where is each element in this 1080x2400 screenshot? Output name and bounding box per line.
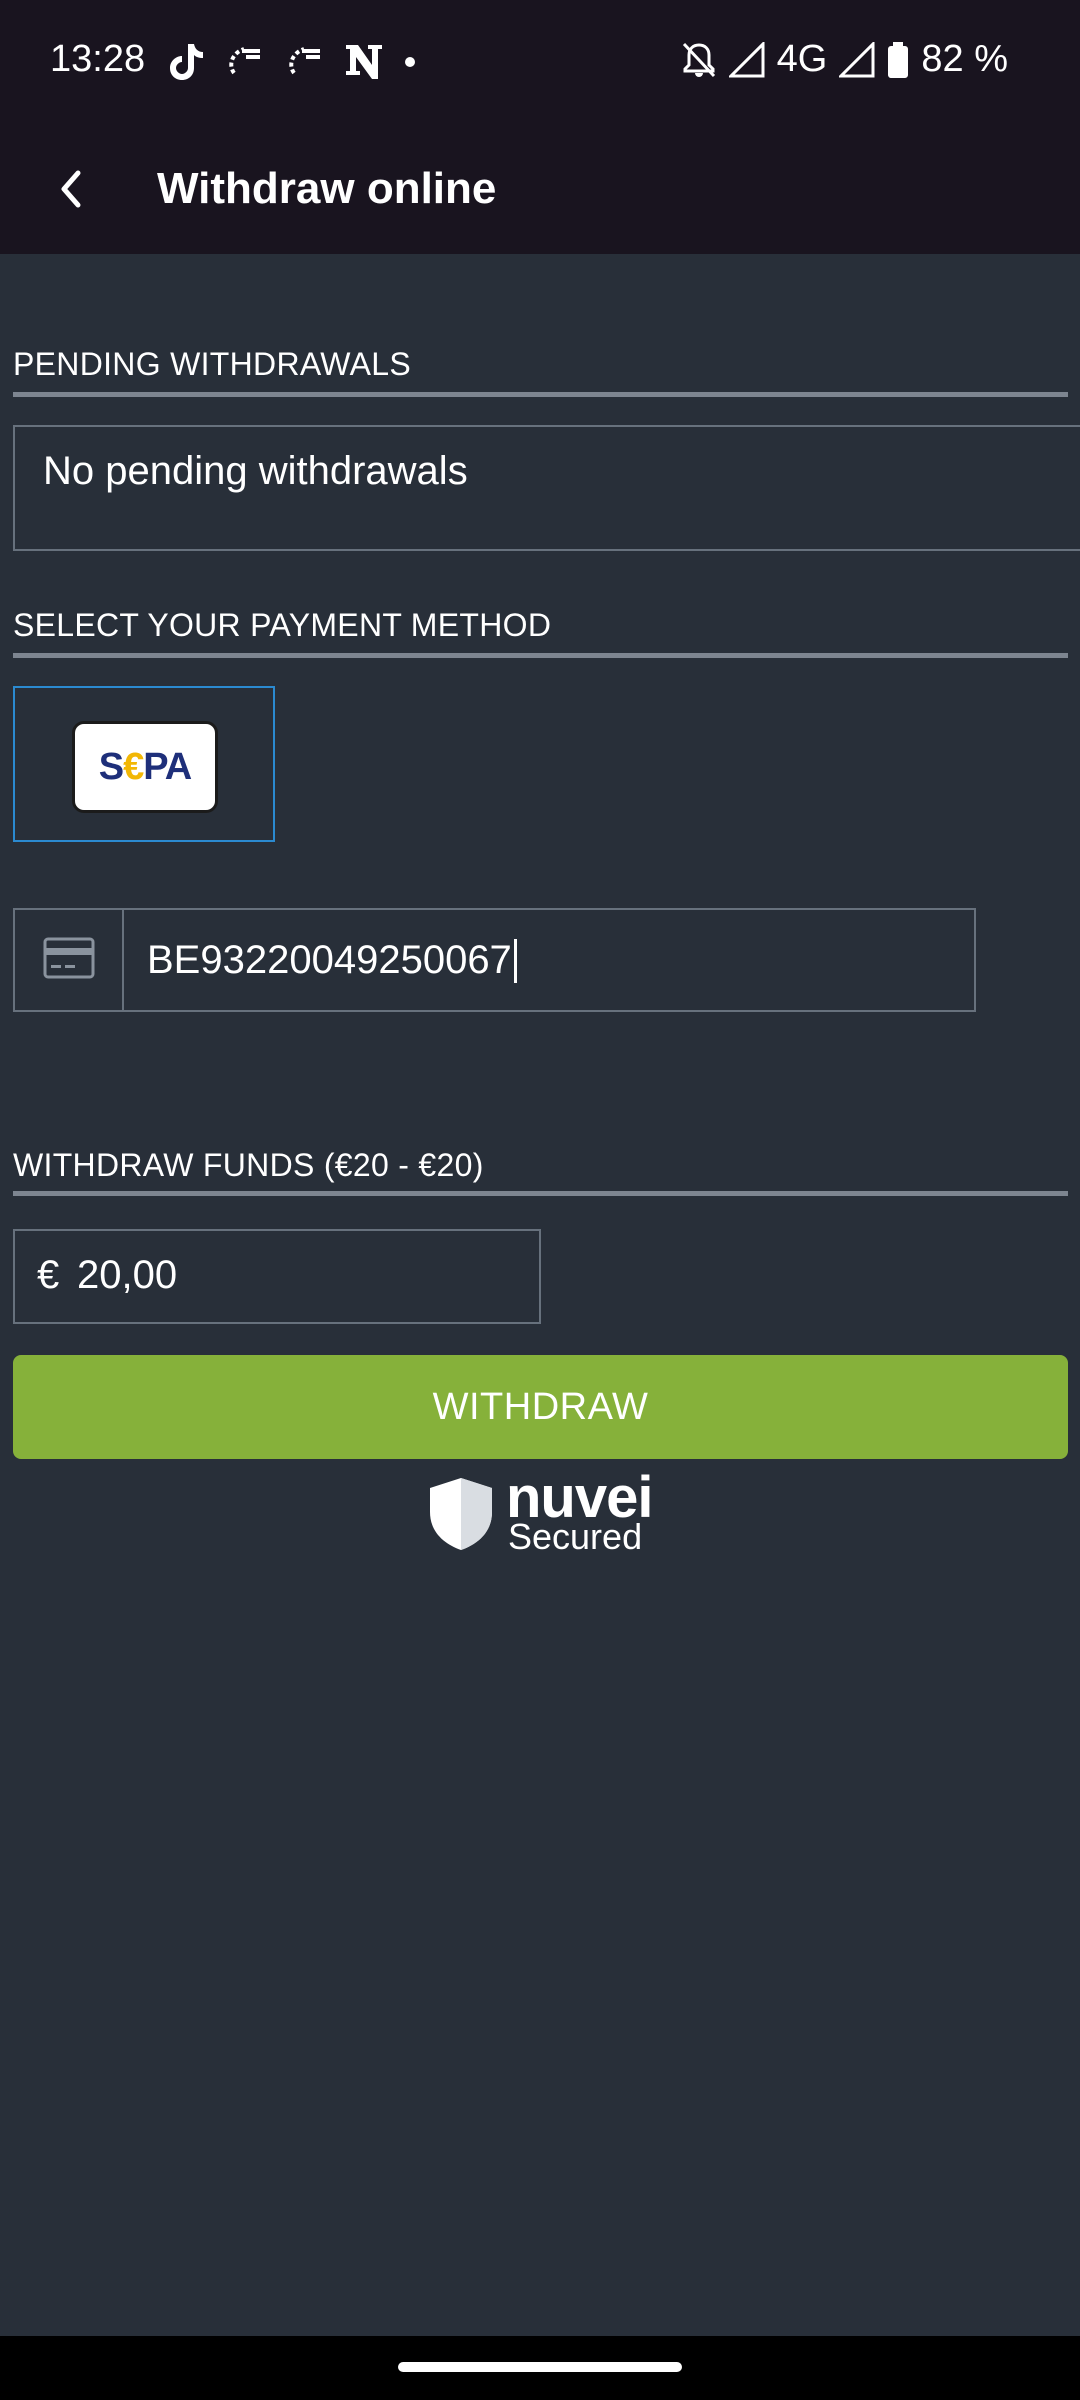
pending-withdrawals-heading: PENDING WITHDRAWALS [13,346,412,382]
withdraw-funds-heading: WITHDRAW FUNDS (€20 - €20) [13,1147,484,1183]
muted-bell-icon [681,41,717,79]
sepa-logo: S € PA [72,721,218,813]
section-divider [13,392,1068,397]
system-nav-bar [0,2336,1080,2400]
withdraw-button[interactable]: WITHDRAW [13,1355,1068,1459]
pending-empty-message: No pending withdrawals [43,449,468,493]
more-dot-icon [404,56,416,68]
iban-field[interactable]: BE93220049250067 [13,908,976,1012]
app-bar: Withdraw online [0,128,1080,254]
sepa-logo-euro: € [123,745,144,788]
chevron-left-icon [56,169,86,214]
text-cursor [513,938,517,983]
section-divider [13,1191,1068,1196]
sepa-logo-text: PA [143,745,192,788]
secured-label: Secured [508,1516,643,1557]
app-icon [224,45,264,79]
signal-icon [839,41,875,78]
back-button[interactable] [36,156,106,226]
battery-level: 82 % [921,38,1008,80]
sepa-logo-text: S [98,745,124,788]
page-title: Withdraw online [157,164,497,213]
amount-input[interactable]: € 20,00 [13,1229,541,1324]
iban-icon-cell [15,910,124,1010]
credit-card-icon [43,937,95,984]
payment-method-heading: SELECT YOUR PAYMENT METHOD [13,607,552,643]
network-type: 4G [776,38,828,80]
section-divider [13,653,1068,658]
iban-input-value: BE93220049250067 [147,938,512,982]
amount-value: 20,00 [77,1253,178,1297]
pending-withdrawals-panel: No pending withdrawals [13,425,1080,551]
home-gesture-handle[interactable] [398,2362,682,2372]
battery-icon [887,41,909,79]
n-app-icon [344,43,384,81]
currency-symbol: € [37,1253,60,1297]
status-time: 13:28 [50,38,146,80]
nuvei-secured-badge: nuvei Secured [428,1465,658,1560]
signal-icon [728,41,765,78]
status-notification-icons [168,40,436,84]
status-bar: 13:28 4G 82 % [0,0,1080,128]
status-system-icons: 4G 82 % [669,38,1008,81]
payment-method-sepa[interactable]: S € PA [13,686,275,842]
iban-input[interactable]: BE93220049250067 [147,938,517,983]
tiktok-icon [168,42,204,82]
shield-icon [428,1476,494,1557]
app-icon [284,45,324,79]
